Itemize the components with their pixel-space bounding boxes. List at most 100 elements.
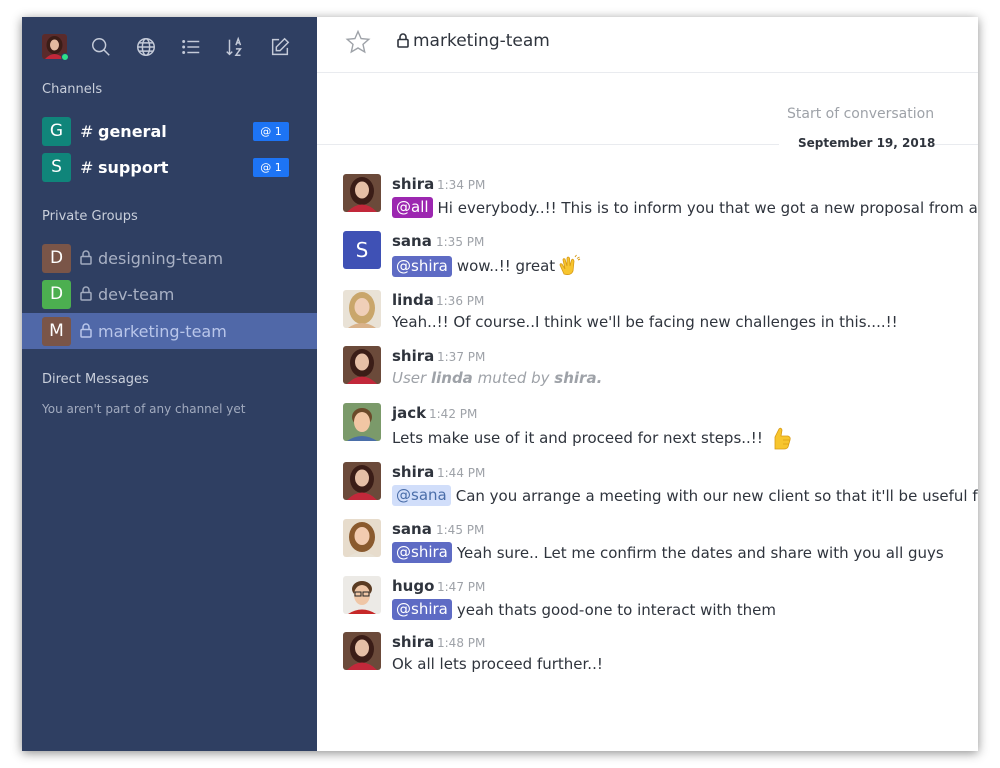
lock-icon [80, 286, 92, 301]
lock-icon [397, 33, 409, 48]
sidebar-item-dev-team[interactable]: D dev-team [22, 276, 317, 312]
avatar-shira[interactable] [343, 174, 381, 212]
mention-all[interactable]: @all [392, 197, 433, 218]
mention-user[interactable]: @shira [392, 599, 452, 620]
mention-badge: @ 1 [253, 157, 289, 177]
search-icon[interactable] [89, 35, 113, 59]
lock-icon [80, 323, 92, 338]
lock-icon [80, 250, 92, 265]
message: hugo 1:47 PM @shira yeah thats good-one … [343, 576, 978, 628]
message-body: @all Hi everybody..!! This is to inform … [392, 197, 978, 218]
message-timestamp: 1:37 PM [437, 350, 486, 364]
message-timestamp: 1:44 PM [437, 466, 486, 480]
start-of-conversation: Start of conversation [787, 106, 935, 122]
message-text: Can you arrange a meeting with our new c… [455, 486, 978, 505]
room-name: marketing-team [98, 321, 227, 341]
date-separator: September 19, 2018 [798, 136, 936, 150]
compose-icon[interactable] [268, 35, 292, 59]
avatar-linda[interactable] [343, 290, 381, 328]
sidebar: Channels G # general @ 1 S # support @ 1… [22, 17, 317, 751]
room-header: marketing-team [317, 17, 978, 73]
direct-messages-empty-text: You aren't part of any channel yet [42, 402, 246, 416]
mention-user[interactable]: @shira [392, 542, 452, 563]
room-name: dev-team [98, 284, 175, 304]
channels-section-title: Channels [42, 82, 103, 97]
message: sana 1:45 PM @shira Yeah sure.. Let me c… [343, 519, 978, 571]
room-name: general [98, 121, 167, 141]
room-name: support [98, 157, 169, 177]
message-body: @shira wow..!! great [392, 254, 581, 278]
message: jack 1:42 PM Lets make use of it and pro… [343, 403, 978, 455]
message: shira 1:48 PM Ok all lets proceed furthe… [343, 632, 978, 684]
globe-icon[interactable] [134, 35, 158, 59]
thumbs-up-emoji-icon [771, 426, 793, 450]
avatar-hugo[interactable] [343, 576, 381, 614]
avatar-sana[interactable]: S [343, 231, 381, 269]
sidebar-item-designing-team[interactable]: D designing-team [22, 240, 317, 276]
message: shira 1:37 PM User linda muted by shira. [343, 346, 978, 398]
room-avatar: M [42, 316, 71, 346]
message-username[interactable]: shira [392, 463, 434, 481]
message-timestamp: 1:45 PM [436, 523, 485, 537]
message-username[interactable]: sana [392, 232, 432, 250]
room-avatar: D [42, 279, 71, 309]
message-timestamp: 1:34 PM [437, 178, 486, 192]
message-text: Ok all lets proceed further..! [392, 655, 603, 673]
message-body: Yeah..!! Of course..I think we'll be fac… [392, 313, 898, 331]
room-avatar: D [42, 243, 71, 273]
message-username[interactable]: shira [392, 347, 434, 365]
sort-icon[interactable] [223, 35, 247, 59]
message-timestamp: 1:48 PM [437, 636, 486, 650]
app-window: Channels G # general @ 1 S # support @ 1… [22, 17, 978, 751]
sidebar-item-general[interactable]: G # general @ 1 [22, 113, 317, 149]
message-timestamp: 1:47 PM [437, 580, 486, 594]
direct-messages-section-title: Direct Messages [42, 372, 149, 387]
message-text: wow..!! great [456, 257, 556, 275]
avatar-shira[interactable] [343, 346, 381, 384]
message-username[interactable]: jack [392, 404, 426, 422]
message-username[interactable]: sana [392, 520, 432, 538]
message-text: Yeah sure.. Let me confirm the dates and… [456, 543, 944, 562]
divider [317, 144, 779, 145]
sidebar-item-support[interactable]: S # support @ 1 [22, 149, 317, 185]
mention-badge: @ 1 [253, 121, 289, 141]
room-name: designing-team [98, 248, 224, 268]
mention-user[interactable]: @sana [392, 485, 451, 506]
message-username[interactable]: shira [392, 175, 434, 193]
message-timestamp: 1:42 PM [429, 407, 478, 421]
avatar-jack[interactable] [343, 403, 381, 441]
hash-icon: # [80, 157, 94, 177]
list-icon[interactable] [179, 35, 203, 59]
mention-user[interactable]: @shira [392, 255, 452, 277]
message-text: Yeah..!! Of course..I think we'll be fac… [392, 313, 898, 331]
room-avatar: G [42, 116, 71, 146]
online-status-dot [61, 53, 69, 61]
avatar-shira[interactable] [343, 632, 381, 670]
avatar-sana[interactable] [343, 519, 381, 557]
message: linda 1:36 PM Yeah..!! Of course..I thin… [343, 290, 978, 342]
message-username[interactable]: shira [392, 633, 434, 651]
avatar-shira[interactable] [343, 462, 381, 500]
message-username[interactable]: hugo [392, 577, 434, 595]
room-title: marketing-team [413, 31, 550, 51]
user-avatar[interactable] [42, 34, 69, 61]
private-groups-section-title: Private Groups [42, 209, 138, 224]
message-text: yeah thats good-one to interact with the… [456, 600, 776, 619]
divider [935, 144, 978, 145]
message-body: Lets make use of it and proceed for next… [392, 426, 793, 450]
message-body: Ok all lets proceed further..! [392, 655, 603, 673]
room-avatar: S [42, 152, 71, 182]
message-text: Hi everybody..!! This is to inform you t… [437, 198, 978, 217]
clapping-hands-emoji-icon [557, 254, 581, 278]
system-message: User linda muted by shira. [392, 369, 602, 387]
message-body: @shira Yeah sure.. Let me confirm the da… [392, 542, 944, 563]
system-action: muted by [477, 369, 550, 387]
message-username[interactable]: linda [392, 291, 434, 309]
favorite-star-icon[interactable] [345, 29, 371, 55]
message-timestamp: 1:35 PM [436, 235, 485, 249]
message-body: @shira yeah thats good-one to interact w… [392, 599, 776, 620]
sidebar-item-marketing-team[interactable]: M marketing-team [22, 313, 317, 349]
hash-icon: # [80, 121, 94, 141]
message-body: @sana Can you arrange a meeting with our… [392, 485, 978, 506]
room-view: marketing-team Start of conversation Sep… [317, 17, 978, 751]
